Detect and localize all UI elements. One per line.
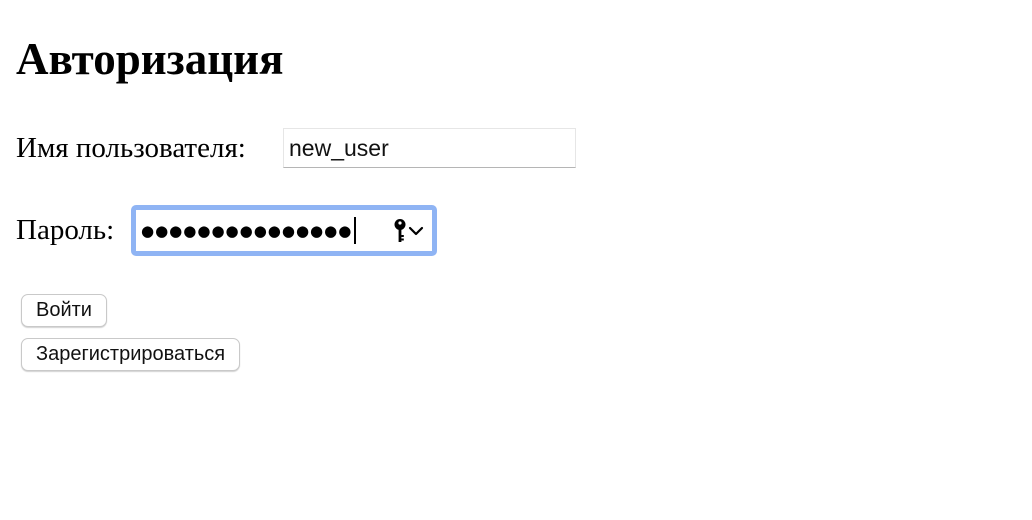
page-title: Авторизация — [16, 34, 284, 84]
login-button[interactable]: Войти — [21, 294, 107, 327]
password-autofill-button[interactable] — [393, 218, 424, 244]
key-icon — [394, 218, 406, 242]
username-label: Имя пользователя: — [16, 132, 246, 164]
password-label: Пароль: — [16, 214, 115, 246]
text-caret — [354, 217, 357, 244]
username-value: new_user — [289, 134, 389, 161]
password-input[interactable]: ●●●●●●●●●●●●●●● — [131, 205, 437, 256]
chevron-down-icon — [408, 226, 424, 235]
password-masked-value: ●●●●●●●●●●●●●●● — [141, 221, 353, 240]
register-button[interactable]: Зарегистрироваться — [21, 338, 241, 371]
username-input[interactable]: new_user — [283, 128, 576, 168]
